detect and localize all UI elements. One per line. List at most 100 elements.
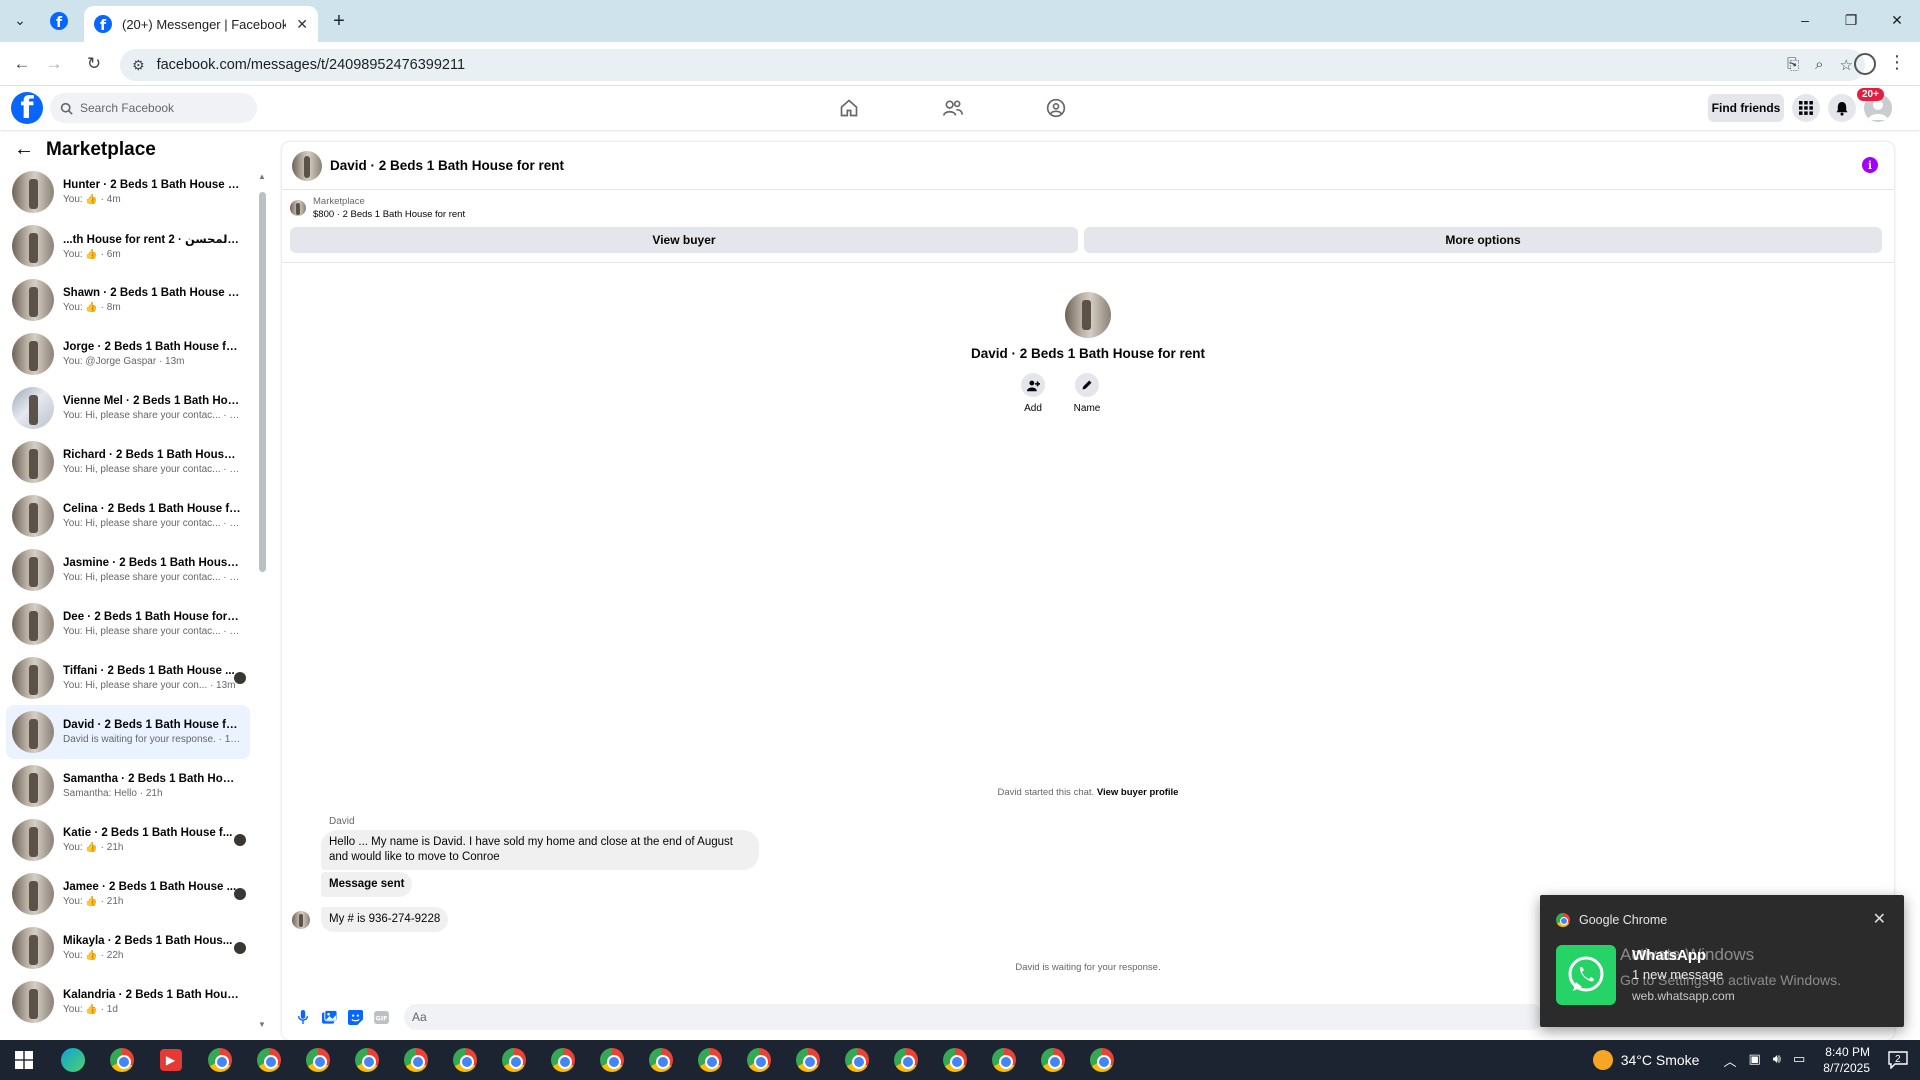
taskbar-chrome[interactable] [1077,1040,1126,1080]
friends-nav-icon[interactable] [938,94,968,122]
toast-close-icon[interactable]: ✕ [1873,909,1886,929]
forward-arrow-icon[interactable]: → [40,50,68,78]
conversation-item[interactable]: Mikayla · 2 Beds 1 Bath Hous... You: 👍 · … [6,921,250,975]
avatar[interactable] [292,150,322,181]
more-options-button[interactable]: More options [1084,227,1882,253]
scroll-up-icon[interactable]: ▲ [258,172,266,181]
sidebar-scroll-thumb[interactable] [259,192,266,572]
conversation-item[interactable]: Samantha · 2 Beds 1 Bath Hous... Samantha… [6,759,250,813]
tab-messenger[interactable]: f (20+) Messenger | Facebook ✕ [84,6,318,42]
profile-name: David · 2 Beds 1 Bath House for rent [970,346,1206,361]
taskbar-anydesk[interactable]: ▶ [146,1040,195,1080]
facebook-logo-icon[interactable]: f [11,92,43,124]
conversation-item[interactable]: Jasmine · 2 Beds 1 Bath House f... You: H… [6,543,250,597]
taskbar-chrome[interactable] [832,1040,881,1080]
gif-icon[interactable]: GIF [373,1009,389,1025]
taskbar-chrome[interactable] [734,1040,783,1080]
conversation-item[interactable]: Celina · 2 Beds 1 Bath House for... You: … [6,489,250,543]
chrome-menu-icon[interactable]: ⋮ [1888,52,1906,73]
sticker-icon[interactable] [347,1009,363,1025]
reload-icon[interactable]: ↻ [80,50,108,78]
chevron-up-icon[interactable]: ︿ [1723,1051,1736,1070]
info-icon[interactable]: i [1862,157,1878,173]
taskbar-chrome[interactable] [244,1040,293,1080]
notification-center-button[interactable]: 2 [1886,1048,1910,1072]
conversation-item[interactable]: Richard · 2 Beds 1 Bath House f... You: H… [6,435,250,489]
find-friends-button[interactable]: Find friends [1708,94,1784,122]
taskbar-chrome[interactable] [440,1040,489,1080]
bookmark-star-icon[interactable]: ☆ [1840,56,1853,74]
message-input[interactable] [404,1004,1544,1030]
taskbar-chrome[interactable] [636,1040,685,1080]
minimize-button[interactable]: – [1782,0,1828,40]
taskbar-chrome[interactable] [538,1040,587,1080]
back-arrow-icon[interactable]: ← [14,138,34,161]
install-app-icon[interactable]: ⎘ [1787,56,1799,74]
taskbar-chrome[interactable] [783,1040,832,1080]
notifications-button[interactable] [1828,94,1856,122]
conversation-item[interactable]: ...th House for rent 2 · عبد المحسن You: … [6,219,250,273]
taskbar-chrome[interactable] [685,1040,734,1080]
taskbar-chrome[interactable] [881,1040,930,1080]
camera-icon[interactable]: ▣ [1748,1051,1760,1070]
tab-close-icon[interactable]: ✕ [296,16,308,33]
search-input[interactable] [80,101,240,115]
clock[interactable]: 8:40 PM 8/7/2025 [1823,1044,1870,1076]
conversation-item[interactable]: Tiffani · 2 Beds 1 Bath House ... You: Hi… [6,651,250,705]
taskbar-chrome[interactable] [391,1040,440,1080]
conversation-item[interactable]: Dee · 2 Beds 1 Bath House for r... You: H… [6,597,250,651]
site-info-icon[interactable]: ⚙ [132,57,145,74]
conversation-item[interactable]: Kalandria · 2 Beds 1 Bath House... You: 👍… [6,975,250,1029]
volume-icon[interactable]: 🔊︎ [1773,1051,1781,1070]
sidebar-scrollbar[interactable]: ▲ ▼ [258,172,267,1032]
taskbar-chrome[interactable] [587,1040,636,1080]
new-tab-button[interactable]: + [326,8,352,34]
taskbar-edge[interactable] [48,1040,97,1080]
close-window-button[interactable]: ✕ [1874,0,1920,40]
chat-title[interactable]: David · 2 Beds 1 Bath House for rent [330,158,564,173]
name-chat-button[interactable]: Name [1071,373,1103,414]
view-buyer-button[interactable]: View buyer [290,227,1078,253]
scroll-down-icon[interactable]: ▼ [258,1020,266,1029]
tab-search-dropdown-icon[interactable]: ⌄ [8,8,32,32]
photo-icon[interactable] [321,1009,337,1025]
page-scrollbar[interactable]: ▲ [1906,92,1918,1040]
conversation-item-active[interactable]: David · 2 Beds 1 Bath House for... David … [6,705,250,759]
add-people-button[interactable]: Add [1017,373,1049,414]
notification-center-count: 2 [1895,1054,1901,1065]
microphone-icon[interactable] [295,1009,311,1025]
omnibox[interactable]: ⚙ facebook.com/messages/t/24098952476399… [120,49,1865,81]
conversation-item[interactable]: Katie · 2 Beds 1 Bath House f... You: 👍 ·… [6,813,250,867]
taskbar-chrome[interactable] [195,1040,244,1080]
conversation-item[interactable]: Shawn · 2 Beds 1 Bath House fo... You: 👍 … [6,273,250,327]
home-nav-icon[interactable] [834,94,864,122]
url-text[interactable]: facebook.com/messages/t/2409895247639921… [157,57,1788,73]
taskbar-chrome[interactable] [489,1040,538,1080]
menu-grid-button[interactable] [1792,94,1820,122]
message-bubble[interactable]: Hello ... My name is David. I have sold … [321,830,759,870]
network-icon[interactable]: ▭ [1793,1051,1805,1070]
view-buyer-profile-link[interactable]: View buyer profile [1097,787,1179,798]
conversation-item[interactable]: Vienne Mel · 2 Beds 1 Bath Hou... You: Hi… [6,381,250,435]
pinned-tab-facebook[interactable]: f [44,8,74,34]
taskbar-chrome[interactable] [342,1040,391,1080]
message-bubble[interactable]: My # is 936-274-9228 [321,907,449,932]
restore-button[interactable]: ❐ [1828,0,1874,40]
facebook-search[interactable] [50,93,257,123]
taskbar-chrome[interactable] [293,1040,342,1080]
start-button[interactable] [0,1040,48,1080]
taskbar-chrome[interactable] [930,1040,979,1080]
conversation-item[interactable]: Hunter · 2 Beds 1 Bath House fo... You: 👍… [6,165,250,219]
groups-nav-icon[interactable] [1041,94,1071,122]
taskbar-chrome[interactable] [1028,1040,1077,1080]
conversation-item[interactable]: Jamee · 2 Beds 1 Bath House ... You: 👍 · … [6,867,250,921]
message-bubble[interactable]: Message sent [321,872,413,897]
chrome-profile-icon[interactable] [1854,53,1876,75]
taskbar-chrome[interactable] [97,1040,146,1080]
chrome-notification-toast[interactable]: Google Chrome ✕ WhatsApp 1 new message w… [1540,895,1904,1027]
conversation-item[interactable]: Jorge · 2 Beds 1 Bath House for ... You: … [6,327,250,381]
taskbar-chrome[interactable] [979,1040,1028,1080]
zoom-icon[interactable]: ⌕ [1815,56,1823,74]
weather-widget[interactable]: 34°C Smoke [1592,1050,1699,1070]
back-arrow-icon[interactable]: ← [8,50,36,78]
